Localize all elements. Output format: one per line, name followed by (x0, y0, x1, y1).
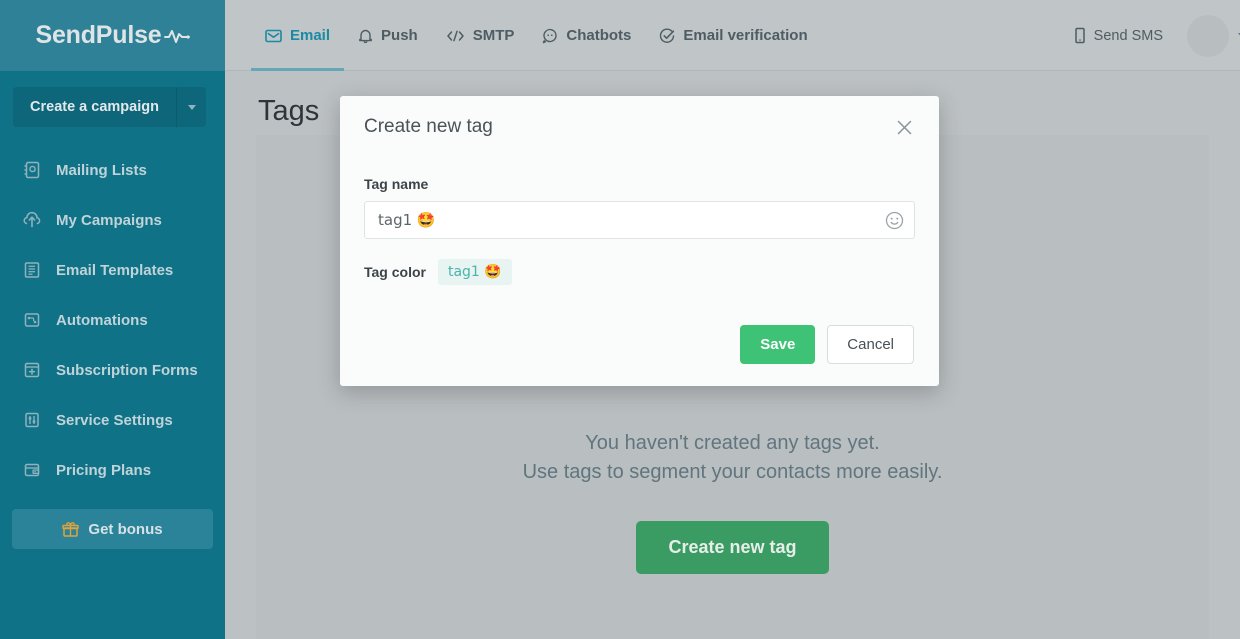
save-button[interactable]: Save (740, 325, 816, 364)
tab-label: Email verification (683, 27, 808, 44)
sidebar-item-service-settings[interactable]: Service Settings (0, 395, 225, 445)
sidebar-item-label: Pricing Plans (56, 461, 152, 479)
check-circle-icon (659, 28, 675, 44)
sidebar-item-email-templates[interactable]: Email Templates (0, 245, 225, 295)
tab-email[interactable]: Email (251, 0, 345, 71)
modal-title: Create new tag (364, 116, 493, 137)
avatar[interactable] (1187, 14, 1229, 57)
document-template-icon (22, 260, 42, 280)
chevron-down-icon (187, 104, 196, 110)
sidebar-item-label: Service Settings (56, 411, 173, 429)
cancel-button[interactable]: Cancel (827, 325, 914, 364)
create-campaign-group: Create a campaign (13, 87, 206, 127)
tab-push[interactable]: Push (344, 0, 432, 71)
form-plus-icon (22, 360, 42, 380)
smiley-face-icon[interactable] (884, 210, 904, 230)
get-bonus-wrap: Get bonus (0, 495, 225, 549)
brand-logo[interactable]: SendPulse (35, 21, 190, 50)
sidebar-item-pricing-plans[interactable]: Pricing Plans (0, 445, 225, 495)
top-header: Email Push SMTP Chatbots Email verificat… (225, 0, 1240, 71)
brand-logo-text: SendPulse (35, 21, 162, 49)
wallet-icon (22, 460, 42, 480)
sidebar-item-label: Email Templates (56, 261, 174, 279)
pulse-wave-icon (163, 28, 190, 44)
create-new-tag-modal: Create new tag Tag name Tag color tag1 🤩… (340, 96, 939, 386)
product-tabs: Email Push SMTP Chatbots Email verificat… (225, 0, 822, 71)
sidebar-nav: Mailing Lists My Campaigns Email Templat… (0, 145, 225, 495)
modal-header: Create new tag (340, 96, 939, 158)
code-brackets-icon (446, 29, 465, 43)
sidebar-item-label: Automations (56, 311, 148, 329)
sidebar-item-label: My Campaigns (56, 211, 162, 229)
sidebar-item-automations[interactable]: Automations (0, 295, 225, 345)
tag-name-label: Tag name (364, 176, 429, 192)
tab-label: Chatbots (566, 27, 632, 44)
modal-body: Tag name Tag color tag1 🤩 (340, 158, 939, 285)
sidebar-item-mailing-lists[interactable]: Mailing Lists (0, 145, 225, 195)
send-sms-button[interactable]: Send SMS (1074, 27, 1163, 44)
bell-icon (358, 28, 373, 44)
header-right: Send SMS (1074, 0, 1240, 71)
get-bonus-button[interactable]: Get bonus (12, 509, 213, 549)
address-book-icon (22, 160, 42, 180)
empty-state-line-1: You haven't created any tags yet. (585, 432, 880, 454)
tab-email-verification[interactable]: Email verification (645, 0, 821, 71)
gift-icon (62, 521, 80, 538)
sidebar: SendPulse Create a campaign Mailing List… (0, 0, 225, 639)
tab-smtp[interactable]: SMTP (432, 0, 529, 71)
tab-label: Email (290, 27, 331, 44)
mobile-phone-icon (1074, 27, 1086, 44)
envelope-icon (265, 29, 282, 43)
chat-bubble-icon (542, 28, 558, 44)
close-icon[interactable] (891, 114, 917, 140)
upload-cloud-icon (22, 210, 42, 230)
tag-name-input-wrap (364, 201, 915, 239)
tag-color-chip[interactable]: tag1 🤩 (437, 259, 512, 285)
sidebar-item-label: Subscription Forms (56, 361, 198, 379)
sidebar-item-label: Mailing Lists (56, 161, 147, 179)
create-campaign-wrap: Create a campaign (0, 71, 225, 127)
create-new-tag-button[interactable]: Create new tag (636, 521, 829, 574)
sidebar-item-subscription-forms[interactable]: Subscription Forms (0, 345, 225, 395)
tab-label: Push (381, 27, 418, 44)
sidebar-item-my-campaigns[interactable]: My Campaigns (0, 195, 225, 245)
tag-color-label: Tag color (364, 264, 426, 280)
send-sms-label: Send SMS (1093, 27, 1163, 44)
tag-color-row: Tag color tag1 🤩 (364, 259, 915, 285)
create-campaign-button[interactable]: Create a campaign (13, 87, 177, 127)
page-title: Tags (258, 95, 320, 127)
sidebar-header: SendPulse (0, 0, 225, 71)
tab-chatbots[interactable]: Chatbots (528, 0, 645, 71)
create-campaign-dropdown-toggle[interactable] (177, 87, 206, 127)
app-root: SendPulse Create a campaign Mailing List… (0, 0, 1240, 639)
tag-name-input[interactable] (364, 201, 915, 239)
tab-label: SMTP (472, 27, 515, 44)
empty-state-line-2: Use tags to segment your contacts more e… (522, 461, 943, 483)
flow-nodes-icon (22, 310, 42, 330)
modal-actions: Save Cancel (740, 325, 914, 364)
get-bonus-label: Get bonus (88, 520, 163, 538)
sliders-icon (22, 410, 42, 430)
